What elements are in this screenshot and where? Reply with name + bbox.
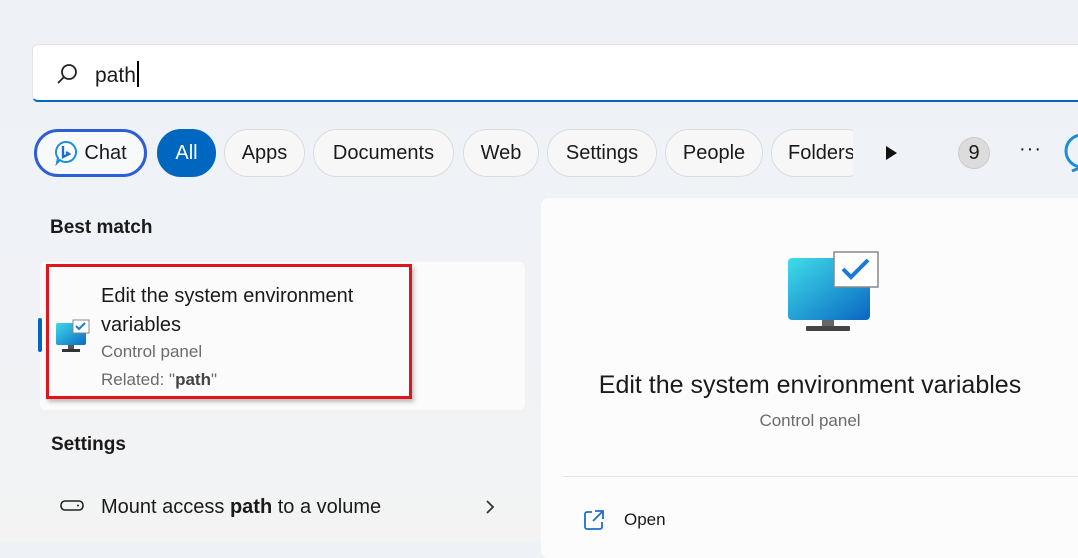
filter-apps[interactable]: Apps [224, 129, 305, 177]
filter-settings[interactable]: Settings [547, 129, 657, 177]
preview-title: Edit the system environment variables [598, 371, 1022, 399]
filter-people[interactable]: People [665, 129, 763, 177]
result-title: Edit the system environment variables [101, 285, 354, 336]
environment-variables-large-icon [788, 251, 879, 331]
environment-variables-icon [56, 319, 90, 352]
settings-heading: Settings [51, 434, 126, 455]
selection-indicator [38, 318, 42, 352]
filter-documents[interactable]: Documents [313, 129, 454, 177]
open-external-icon [584, 510, 604, 530]
filter-folders-clip: Folders [771, 129, 853, 177]
search-box[interactable]: path [32, 44, 1078, 102]
count-badge[interactable]: 9 [958, 137, 990, 169]
search-input[interactable]: path [95, 61, 139, 88]
scroll-right-icon[interactable] [883, 143, 899, 163]
filter-folders[interactable]: Folders [771, 129, 853, 177]
result-type: Control panel [101, 342, 203, 361]
filter-web[interactable]: Web [463, 129, 539, 177]
settings-result-mount-path[interactable]: Mount access path to a volume [40, 485, 525, 529]
copilot-icon[interactable] [1064, 132, 1078, 172]
divider [563, 476, 1078, 477]
chevron-right-icon [486, 500, 495, 514]
preview-subtitle: Control panel [759, 411, 861, 430]
bing-chat-icon [55, 140, 78, 166]
open-action[interactable]: Open [575, 500, 975, 540]
filter-all[interactable]: All [157, 129, 216, 177]
best-match-heading: Best match [50, 217, 153, 238]
search-icon [57, 64, 77, 84]
drive-icon [60, 500, 84, 511]
chat-button[interactable]: Chat [34, 129, 147, 177]
result-related: Related: "path" [101, 370, 218, 389]
more-options-icon[interactable]: ··· [1019, 138, 1042, 161]
